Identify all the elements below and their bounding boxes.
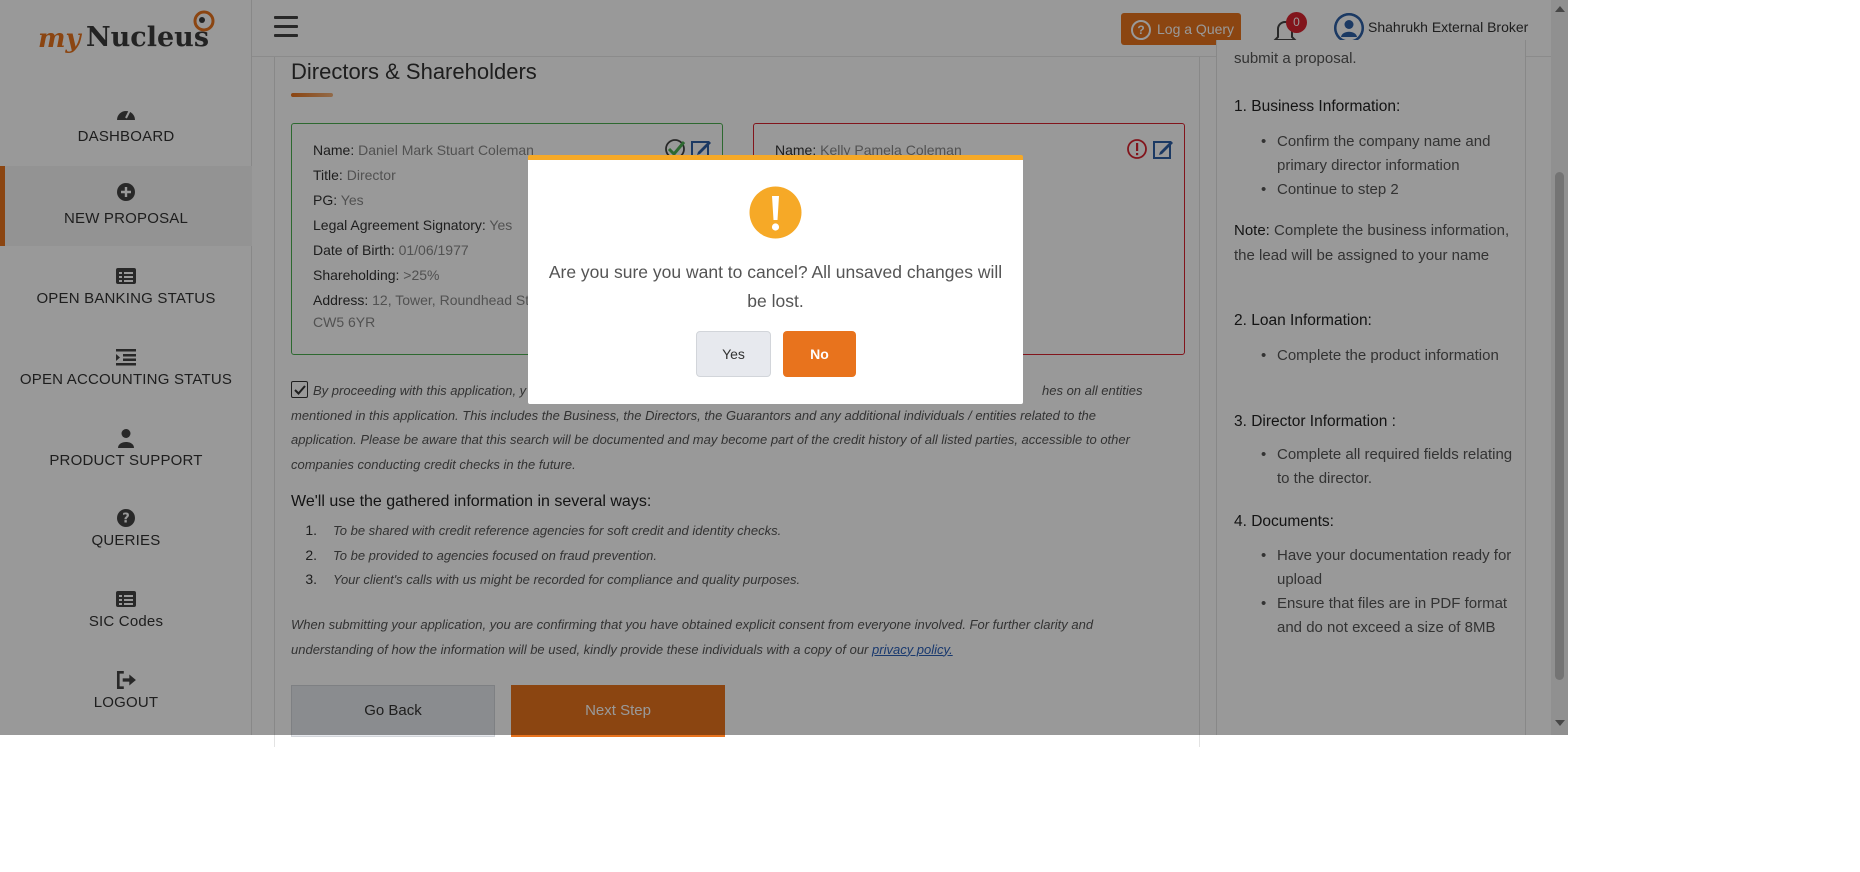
confirm-no-button[interactable]: No xyxy=(783,331,856,377)
confirm-cancel-dialog: Are you sure you want to cancel? All uns… xyxy=(528,155,1023,404)
confirm-yes-button[interactable]: Yes xyxy=(696,331,771,377)
dialog-message: Are you sure you want to cancel? All uns… xyxy=(548,262,1003,311)
exclamation-warning-icon xyxy=(749,186,802,239)
